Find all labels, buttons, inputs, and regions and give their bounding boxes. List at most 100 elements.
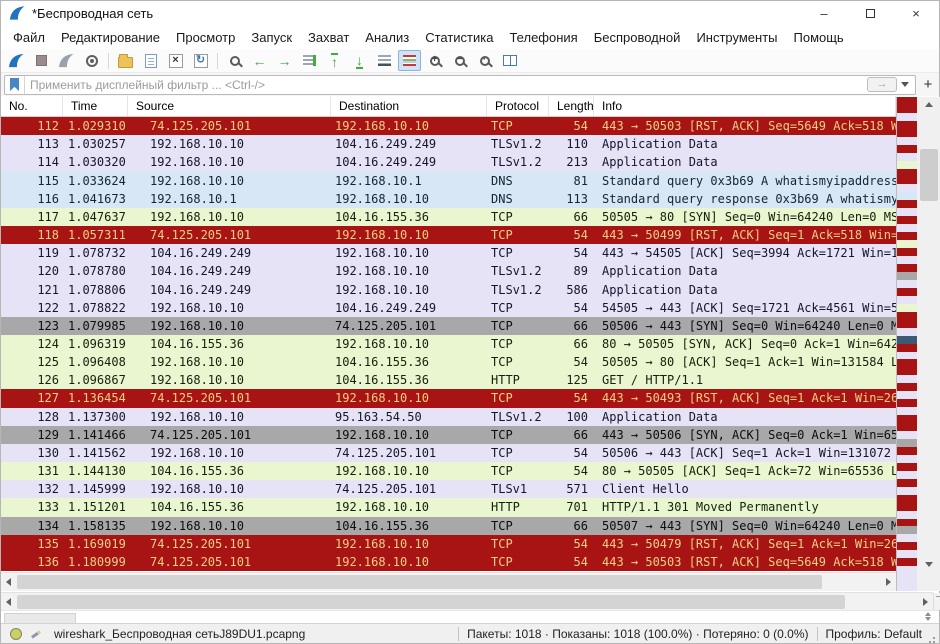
packet-row[interactable]: 1231.079985192.168.10.1074.125.205.101TC… xyxy=(1,317,896,335)
packet-row[interactable]: 1361.18099974.125.205.101192.168.10.10TC… xyxy=(1,553,896,571)
colorize-packets-icon[interactable] xyxy=(398,50,421,71)
go-forward-icon[interactable]: → xyxy=(273,50,296,71)
cell-len: 54 xyxy=(549,555,594,569)
packet-row[interactable]: 1121.02931074.125.205.101192.168.10.10TC… xyxy=(1,117,896,135)
menu-item-8[interactable]: Беспроводной xyxy=(586,27,689,48)
start-capture-icon[interactable] xyxy=(5,50,28,71)
expert-info-icon[interactable] xyxy=(10,628,22,640)
minimap-stripe xyxy=(897,129,917,137)
reload-file-icon[interactable]: ↻ xyxy=(189,50,212,71)
menu-item-0[interactable]: Файл xyxy=(5,27,53,48)
go-back-icon[interactable]: ← xyxy=(248,50,271,71)
cell-no: 122 xyxy=(1,301,63,315)
packet-row[interactable]: 1261.096867192.168.10.10104.16.155.36HTT… xyxy=(1,371,896,389)
packet-row[interactable]: 1171.047637192.168.10.10104.16.155.36TCP… xyxy=(1,208,896,226)
auto-scroll-icon[interactable] xyxy=(373,50,396,71)
packet-row[interactable]: 1321.145999192.168.10.1074.125.205.101TL… xyxy=(1,480,896,498)
packet-row[interactable]: 1221.078822192.168.10.10104.16.249.249TC… xyxy=(1,299,896,317)
packet-row[interactable]: 1191.078732104.16.249.249192.168.10.10TC… xyxy=(1,244,896,262)
profile-label[interactable]: Профиль: Default xyxy=(826,627,923,641)
stop-capture-icon[interactable] xyxy=(30,50,53,71)
packet-row[interactable]: 1341.158135192.168.10.10104.16.155.36TCP… xyxy=(1,517,896,535)
column-header-source[interactable]: Source xyxy=(128,96,331,116)
packet-row[interactable]: 1181.05731174.125.205.101192.168.10.10TC… xyxy=(1,226,896,244)
packet-row[interactable]: 1281.137300192.168.10.1095.163.54.50TLSv… xyxy=(1,408,896,426)
packet-row[interactable]: 1331.151201104.16.155.36192.168.10.10HTT… xyxy=(1,498,896,516)
minimize-button[interactable]: – xyxy=(801,1,847,25)
scroll-right-icon[interactable] xyxy=(918,593,933,610)
lower-hscrollbar[interactable] xyxy=(1,592,933,610)
scroll-left-icon[interactable] xyxy=(1,573,16,591)
filter-bookmark-icon[interactable] xyxy=(10,78,19,91)
go-first-packet-icon[interactable]: ↑ xyxy=(323,50,346,71)
zoom-normal-icon[interactable]: · xyxy=(473,50,496,71)
cell-proto: DNS xyxy=(487,192,549,206)
find-packet-icon[interactable] xyxy=(223,50,246,71)
cell-len: 66 xyxy=(549,428,594,442)
menu-item-7[interactable]: Телефония xyxy=(501,27,585,48)
cell-dst: 74.125.205.101 xyxy=(331,319,487,333)
go-last-packet-icon[interactable]: ↓ xyxy=(348,50,371,71)
resize-grip[interactable] xyxy=(926,632,936,642)
column-header-time[interactable]: Time xyxy=(63,96,128,116)
filter-dropdown-icon[interactable] xyxy=(901,82,909,87)
menu-item-10[interactable]: Помощь xyxy=(786,27,852,48)
packet-list-hscrollbar[interactable] xyxy=(1,572,896,591)
packet-row[interactable]: 1251.096408192.168.10.10104.16.155.36TCP… xyxy=(1,353,896,371)
column-header-no[interactable]: No. xyxy=(1,96,63,116)
cell-info: HTTP/1.1 301 Moved Permanently xyxy=(594,500,896,514)
packet-row[interactable]: 1201.078780104.16.249.249192.168.10.10TL… xyxy=(1,262,896,280)
menu-item-5[interactable]: Анализ xyxy=(357,27,417,48)
capture-comment-icon[interactable] xyxy=(30,628,42,640)
close-file-icon[interactable]: × xyxy=(164,50,187,71)
zoom-in-icon[interactable]: + xyxy=(423,50,446,71)
hscrollbar-thumb[interactable] xyxy=(17,575,822,589)
pane-splitter-handle[interactable] xyxy=(933,593,940,610)
packet-row[interactable]: 1351.16901974.125.205.101192.168.10.10TC… xyxy=(1,535,896,553)
scroll-up-icon[interactable] xyxy=(917,97,940,111)
maximize-button[interactable] xyxy=(847,1,893,25)
capture-options-icon[interactable] xyxy=(80,50,103,71)
cell-proto: TCP xyxy=(487,228,549,242)
menu-item-2[interactable]: Просмотр xyxy=(168,27,243,48)
column-header-destination[interactable]: Destination xyxy=(331,96,487,116)
column-header-length[interactable]: Length xyxy=(549,96,594,116)
pane-scroll-icons[interactable] xyxy=(925,612,931,621)
packet-row[interactable]: 1161.041673192.168.10.1192.168.10.10DNS1… xyxy=(1,190,896,208)
go-to-packet-icon[interactable] xyxy=(298,50,321,71)
packet-row[interactable]: 1241.096319104.16.155.36192.168.10.10TCP… xyxy=(1,335,896,353)
packet-row[interactable]: 1291.14146674.125.205.101192.168.10.10TC… xyxy=(1,426,896,444)
vertical-scrollbar[interactable] xyxy=(917,97,940,571)
packet-row[interactable]: 1301.141562192.168.10.1074.125.205.101TC… xyxy=(1,444,896,462)
packet-row[interactable]: 1311.144130104.16.155.36192.168.10.10TCP… xyxy=(1,462,896,480)
save-file-icon[interactable] xyxy=(139,50,162,71)
lower-hscrollbar-thumb[interactable] xyxy=(17,595,845,609)
menu-item-9[interactable]: Инструменты xyxy=(688,27,785,48)
scroll-left-icon[interactable] xyxy=(1,593,16,610)
scroll-down-icon[interactable] xyxy=(917,557,940,571)
close-button[interactable]: × xyxy=(893,1,939,25)
open-file-icon[interactable] xyxy=(114,50,137,71)
restart-capture-icon[interactable] xyxy=(55,50,78,71)
resize-columns-icon[interactable] xyxy=(498,50,521,71)
minimap-stripe xyxy=(897,399,917,407)
packet-row[interactable]: 1141.030320192.168.10.10104.16.249.249TL… xyxy=(1,153,896,171)
scroll-right-icon[interactable] xyxy=(881,573,896,591)
zoom-out-icon[interactable]: − xyxy=(448,50,471,71)
minimap-stripe xyxy=(897,558,917,566)
column-header-info[interactable]: Info xyxy=(594,96,896,116)
packet-row[interactable]: 1271.13645474.125.205.101192.168.10.10TC… xyxy=(1,389,896,407)
add-filter-button[interactable]: + xyxy=(920,76,936,94)
column-header-protocol[interactable]: Protocol xyxy=(487,96,549,116)
menu-item-1[interactable]: Редактирование xyxy=(53,27,168,48)
menu-item-3[interactable]: Запуск xyxy=(243,27,300,48)
apply-filter-button[interactable]: → xyxy=(867,77,897,92)
menu-item-6[interactable]: Статистика xyxy=(417,27,501,48)
packet-row[interactable]: 1131.030257192.168.10.10104.16.249.249TL… xyxy=(1,135,896,153)
display-filter-input[interactable] xyxy=(25,78,867,92)
packet-minimap[interactable] xyxy=(896,97,917,591)
packet-row[interactable]: 1151.033624192.168.10.10192.168.10.1DNS8… xyxy=(1,171,896,189)
menu-item-4[interactable]: Захват xyxy=(300,27,357,48)
vertical-scrollbar-thumb[interactable] xyxy=(920,149,938,201)
packet-row[interactable]: 1211.078806104.16.249.249192.168.10.10TL… xyxy=(1,280,896,298)
